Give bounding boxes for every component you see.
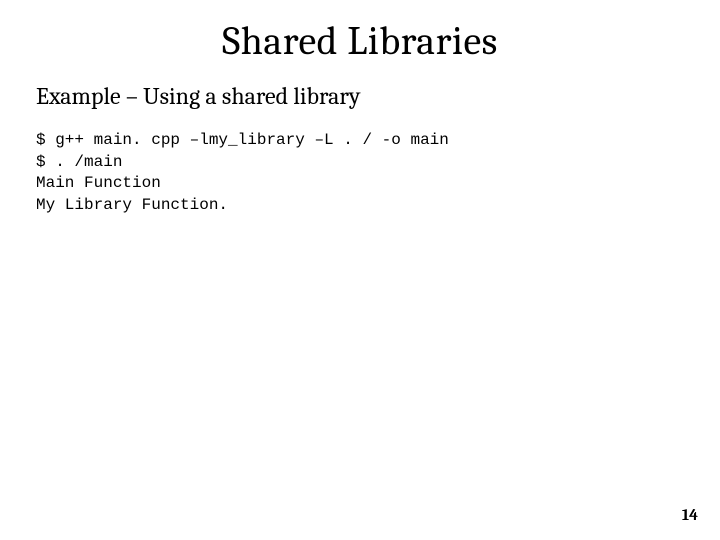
code-line: $ g++ main. cpp –lmy_library –L . / -o m…: [36, 131, 449, 149]
code-line: $ . /main: [36, 153, 122, 171]
slide-subtitle: Example – Using a shared library: [36, 82, 684, 110]
code-line: My Library Function.: [36, 196, 228, 214]
code-block: $ g++ main. cpp –lmy_library –L . / -o m…: [36, 130, 684, 216]
page-number: 14: [682, 506, 698, 524]
code-line: Main Function: [36, 174, 161, 192]
slide-title: Shared Libraries: [36, 18, 684, 64]
slide: Shared Libraries Example – Using a share…: [0, 0, 720, 540]
